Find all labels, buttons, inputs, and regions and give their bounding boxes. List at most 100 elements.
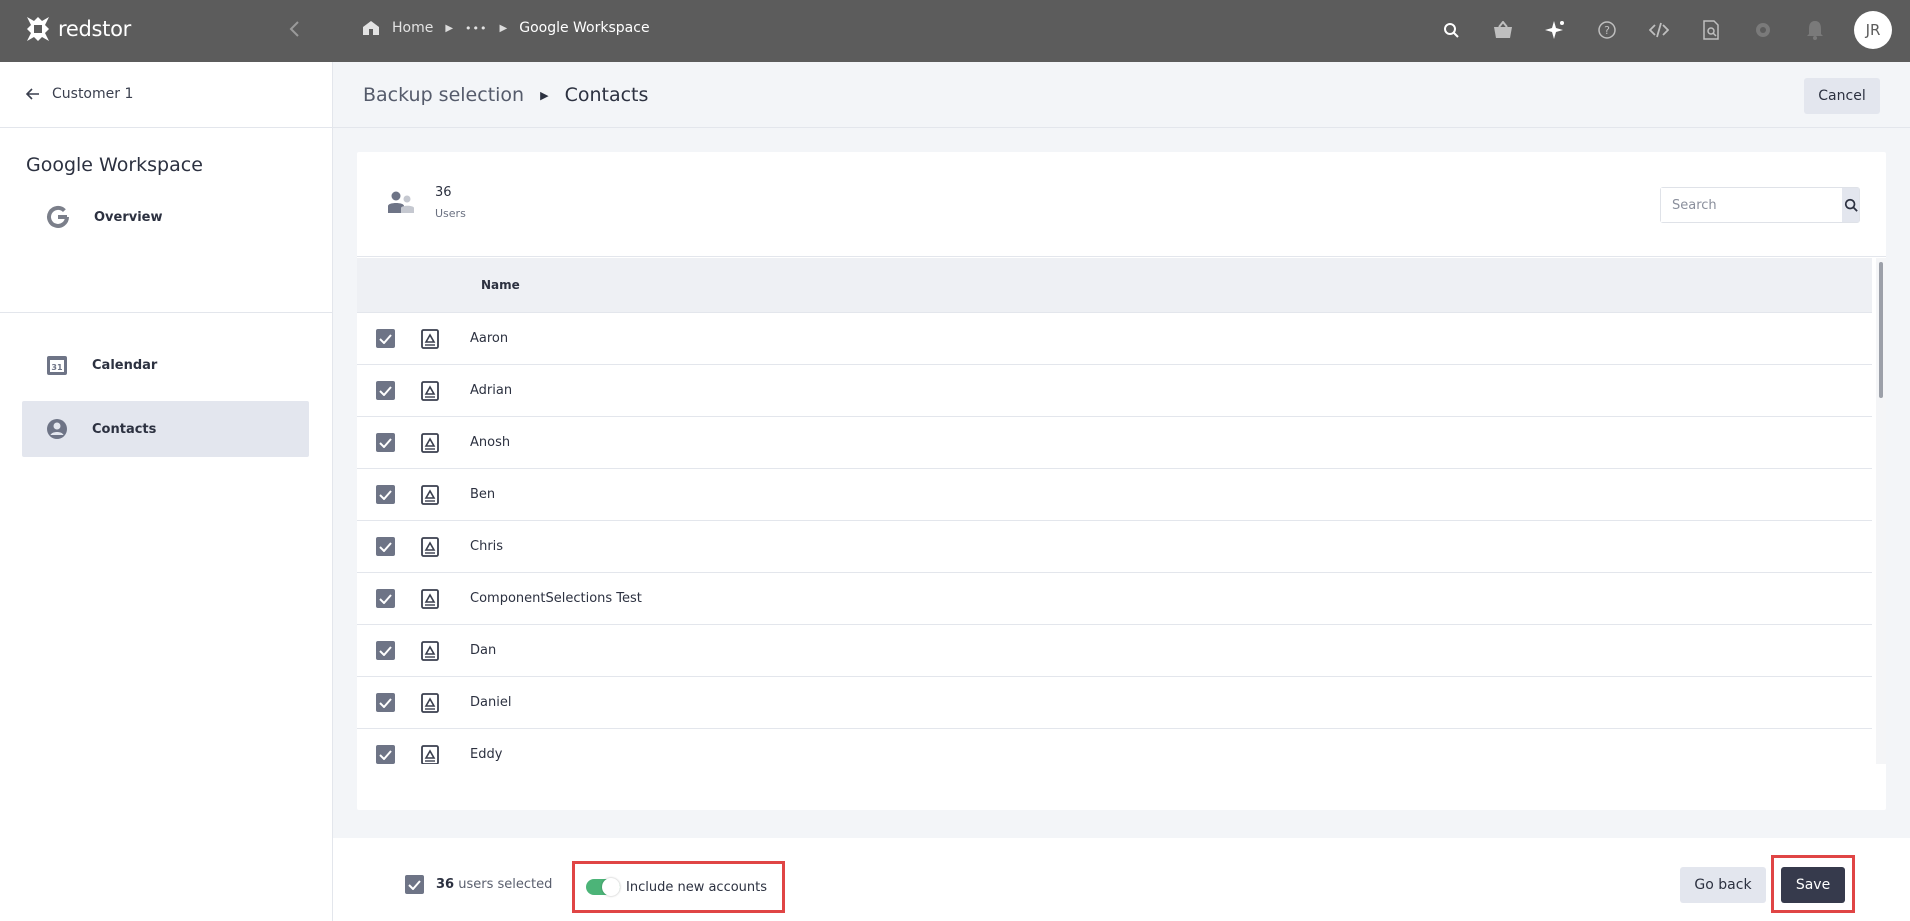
table-row[interactable]: Chris [357,521,1872,573]
redstor-logo-icon [27,17,49,41]
breadcrumb-separator-icon: ▶ [499,22,508,34]
check-icon [379,697,392,708]
selection-summary: 36 users selected [436,877,552,892]
person-icon [47,419,67,439]
contact-card-icon [421,484,439,505]
check-icon [379,593,392,604]
scrollbar-thumb[interactable] [1879,262,1883,398]
search-input[interactable] [1661,188,1842,222]
selected-suffix: users selected [458,877,553,892]
sidebar-title: Google Workspace [26,154,203,176]
save-highlight: Save [1771,855,1855,913]
table-row[interactable]: Eddy [357,729,1872,764]
contact-card-icon [421,536,439,557]
row-checkbox[interactable] [376,537,395,556]
contact-card-icon [421,744,439,764]
table-row[interactable]: ComponentSelections Test [357,573,1872,625]
check-icon [379,333,392,344]
check-icon [379,541,392,552]
table-header: Name [357,258,1872,313]
cancel-button[interactable]: Cancel [1804,78,1880,114]
check-icon [379,385,392,396]
sidebar: Customer 1 Google Workspace Overview 31 … [0,62,333,921]
sparkle-icon[interactable] [1542,17,1568,43]
contact-name: Chris [470,539,504,554]
row-checkbox[interactable] [376,381,395,400]
help-icon[interactable]: ? [1594,17,1620,43]
divider [0,312,333,313]
search-icon [1844,198,1858,212]
arrow-left-icon [26,88,39,100]
table-body: Aaron Adrian Anosh Ben Chris ComponentSelecti… [357,313,1872,764]
bell-icon[interactable] [1802,17,1828,43]
contact-card-icon [421,380,439,401]
contacts-card: 36 Users Name Aaron Adrian Anosh Ben Chris Co… [357,152,1886,810]
sidebar-item-contacts[interactable]: Contacts [22,401,309,457]
breadcrumb: Home ▶ ••• ▶ Google Workspace [362,20,650,36]
table-row[interactable]: Daniel [357,677,1872,729]
search-document-icon[interactable] [1698,17,1724,43]
footer-bar: 36 users selected Include new accounts G… [333,838,1910,921]
contact-card-icon [421,328,439,349]
back-to-customer-link[interactable]: Customer 1 [26,86,133,102]
include-new-accounts-toggle[interactable] [586,878,620,896]
row-checkbox[interactable] [376,693,395,712]
table-row[interactable]: Dan [357,625,1872,677]
gear-icon[interactable] [1750,17,1776,43]
contact-name: Adrian [470,383,513,398]
contact-name: Anosh [470,435,511,450]
check-icon [379,489,392,500]
breadcrumb-ellipsis[interactable]: ••• [465,22,487,35]
contact-name: ComponentSelections Test [470,591,642,606]
go-back-button[interactable]: Go back [1680,867,1766,903]
breadcrumb-current: Google Workspace [519,20,650,36]
brand-name: redstor [58,17,131,41]
column-header-name[interactable]: Name [481,278,520,292]
search-icon[interactable] [1438,17,1464,43]
home-icon[interactable] [362,20,380,36]
contact-card-icon [421,640,439,661]
sidebar-item-overview[interactable]: Overview [22,189,309,245]
check-icon [379,749,392,760]
users-label: Users [435,207,466,220]
svg-text:?: ? [1604,24,1610,37]
table-row[interactable]: Ben [357,469,1872,521]
toggle-knob [602,878,620,896]
page-title: Backup selection ▶ Contacts [363,84,648,106]
title-parent[interactable]: Backup selection [363,84,524,106]
users-count: 36 [435,185,452,200]
code-icon[interactable] [1646,17,1672,43]
row-checkbox[interactable] [376,589,395,608]
contact-name: Eddy [470,747,503,762]
select-all-checkbox[interactable] [405,875,424,894]
collapse-sidebar-icon[interactable] [286,20,306,40]
users-icon [388,191,414,213]
breadcrumb-home[interactable]: Home [392,20,433,36]
breadcrumb-separator-icon: ▶ [445,22,454,34]
contacts-table: Name Aaron Adrian Anosh Ben Chris ComponentSe… [357,258,1872,764]
include-new-accounts-highlight: Include new accounts [572,861,785,913]
include-new-accounts-label[interactable]: Include new accounts [626,880,767,895]
scrollbar[interactable] [1876,258,1886,764]
save-button[interactable]: Save [1781,867,1845,903]
back-label: Customer 1 [52,86,134,102]
row-checkbox[interactable] [376,329,395,348]
contact-name: Ben [470,487,496,502]
table-row[interactable]: Aaron [357,313,1872,365]
row-checkbox[interactable] [376,745,395,764]
avatar[interactable]: JR [1854,11,1892,49]
row-checkbox[interactable] [376,433,395,452]
basket-icon[interactable] [1490,17,1516,43]
check-icon [379,645,392,656]
brand-logo[interactable]: redstor [24,14,131,44]
sidebar-item-calendar[interactable]: 31 Calendar [22,337,309,393]
card-header: 36 Users [357,152,1886,257]
contact-name: Aaron [470,331,509,346]
row-checkbox[interactable] [376,485,395,504]
row-checkbox[interactable] [376,641,395,660]
check-icon [408,879,421,890]
sidebar-item-label: Calendar [92,357,158,373]
table-row[interactable]: Anosh [357,417,1872,469]
table-row[interactable]: Adrian [357,365,1872,417]
search-button[interactable] [1842,188,1859,222]
